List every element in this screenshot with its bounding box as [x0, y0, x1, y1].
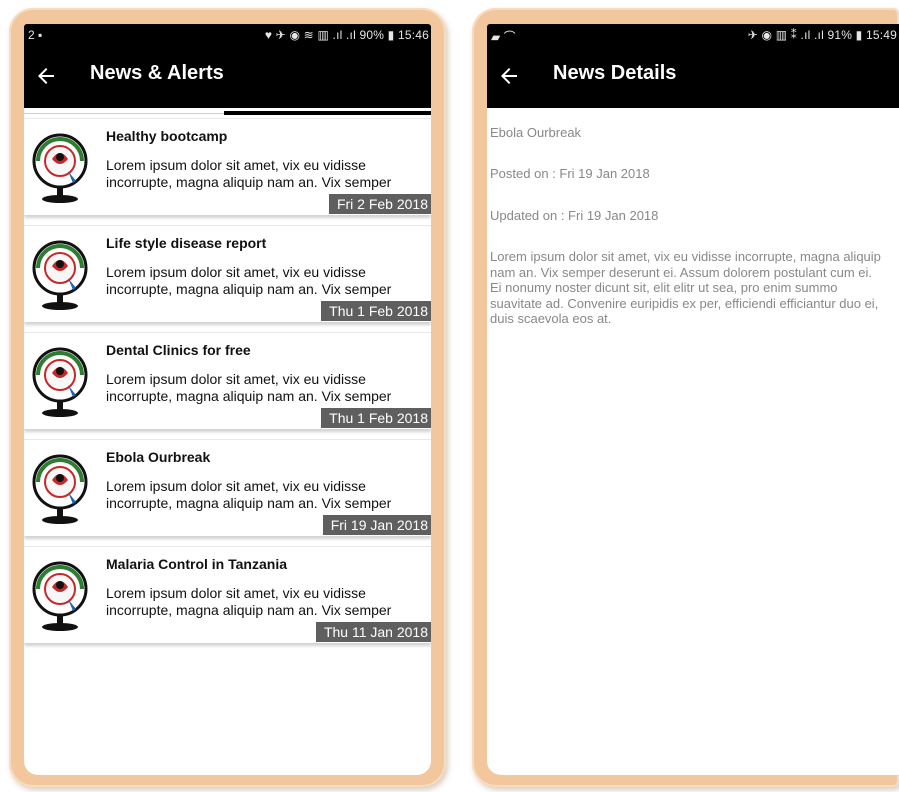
news-item-summary: Lorem ipsum dolor sit amet, vix eu vidis…: [106, 585, 392, 618]
news-detail-title: Ebola Ourbreak: [490, 125, 582, 140]
page-title: News Details: [553, 62, 677, 84]
news-item-date-badge: Fri 19 Jan 2018: [322, 515, 431, 535]
status-notifications: ▰ ⌒: [491, 30, 516, 44]
app-bar: News Details: [487, 46, 899, 108]
news-list-item[interactable]: Healthy bootcamp Lorem ipsum dolor sit am…: [24, 118, 431, 215]
tab-strip: [24, 108, 431, 118]
news-detail-body: Lorem ipsum dolor sit amet, vix eu vidis…: [490, 249, 881, 326]
news-item-title: Ebola Ourbreak: [106, 449, 211, 465]
news-item-title: Healthy bootcamp: [106, 128, 228, 144]
page-title: News & Alerts: [90, 62, 224, 84]
status-bar: ▰ ⌒ ✈ ◉ ▥ ⁑ .ıl .ıl 91% ▮ 15:49: [487, 24, 899, 46]
status-indicators: ♥ ✈ ◉ ≋ ▥ .ıl .ıl 90% ▮ 15:46: [264, 28, 429, 42]
status-notifications: 2 ▪: [28, 28, 43, 42]
organization-logo-icon: [32, 133, 88, 203]
organization-logo-icon: [32, 240, 88, 310]
phone-frame-news-details: ▰ ⌒ ✈ ◉ ▥ ⁑ .ıl .ıl 91% ▮ 15:49 News Det…: [472, 8, 899, 787]
status-indicators: ✈ ◉ ▥ ⁑ .ıl .ıl 91% ▮ 15:49: [747, 28, 897, 42]
organization-logo-icon: [32, 561, 88, 631]
arrow-left-icon[interactable]: [34, 64, 58, 88]
news-item-date-badge: Thu 1 Feb 2018: [321, 408, 431, 428]
phone-frame-news-list: 2 ▪ ♥ ✈ ◉ ≋ ▥ .ıl .ıl 90% ▮ 15:46 News &…: [9, 8, 446, 787]
organization-logo-icon: [32, 454, 88, 524]
news-item-date-badge: Thu 11 Jan 2018: [315, 622, 431, 642]
news-list-screen: 2 ▪ ♥ ✈ ◉ ≋ ▥ .ıl .ıl 90% ▮ 15:46 News &…: [24, 24, 431, 775]
news-item-date-badge: Fri 2 Feb 2018: [328, 194, 431, 214]
news-item-title: Malaria Control in Tanzania: [106, 556, 287, 572]
news-item-date-badge: Thu 1 Feb 2018: [321, 301, 431, 321]
news-item-title: Dental Clinics for free: [106, 342, 251, 358]
tab-indicator: [224, 111, 431, 115]
news-list-item[interactable]: Life style disease report Lorem ipsum dol…: [24, 225, 431, 322]
arrow-left-icon[interactable]: [497, 64, 521, 88]
news-item-summary: Lorem ipsum dolor sit amet, vix eu vidis…: [106, 478, 392, 511]
news-item-title: Life style disease report: [106, 235, 267, 251]
news-details-screen: ▰ ⌒ ✈ ◉ ▥ ⁑ .ıl .ıl 91% ▮ 15:49 News Det…: [487, 24, 899, 775]
news-updated-date: Updated on : Fri 19 Jan 2018: [490, 208, 659, 223]
news-list-item[interactable]: Dental Clinics for free Lorem ipsum dolor…: [24, 332, 431, 429]
news-item-summary: Lorem ipsum dolor sit amet, vix eu vidis…: [106, 371, 392, 404]
news-item-summary: Lorem ipsum dolor sit amet, vix eu vidis…: [106, 157, 392, 190]
app-bar: News & Alerts: [24, 46, 431, 108]
news-detail: Ebola Ourbreak Posted on : Fri 19 Jan 20…: [487, 108, 899, 326]
organization-logo-icon: [32, 347, 88, 417]
news-list-item[interactable]: Malaria Control in Tanzania Lorem ipsum d…: [24, 546, 431, 643]
news-posted-date: Posted on : Fri 19 Jan 2018: [490, 166, 650, 181]
status-bar: 2 ▪ ♥ ✈ ◉ ≋ ▥ .ıl .ıl 90% ▮ 15:46: [24, 24, 431, 46]
news-list-item[interactable]: Ebola Ourbreak Lorem ipsum dolor sit amet…: [24, 439, 431, 536]
news-item-summary: Lorem ipsum dolor sit amet, vix eu vidis…: [106, 264, 392, 297]
